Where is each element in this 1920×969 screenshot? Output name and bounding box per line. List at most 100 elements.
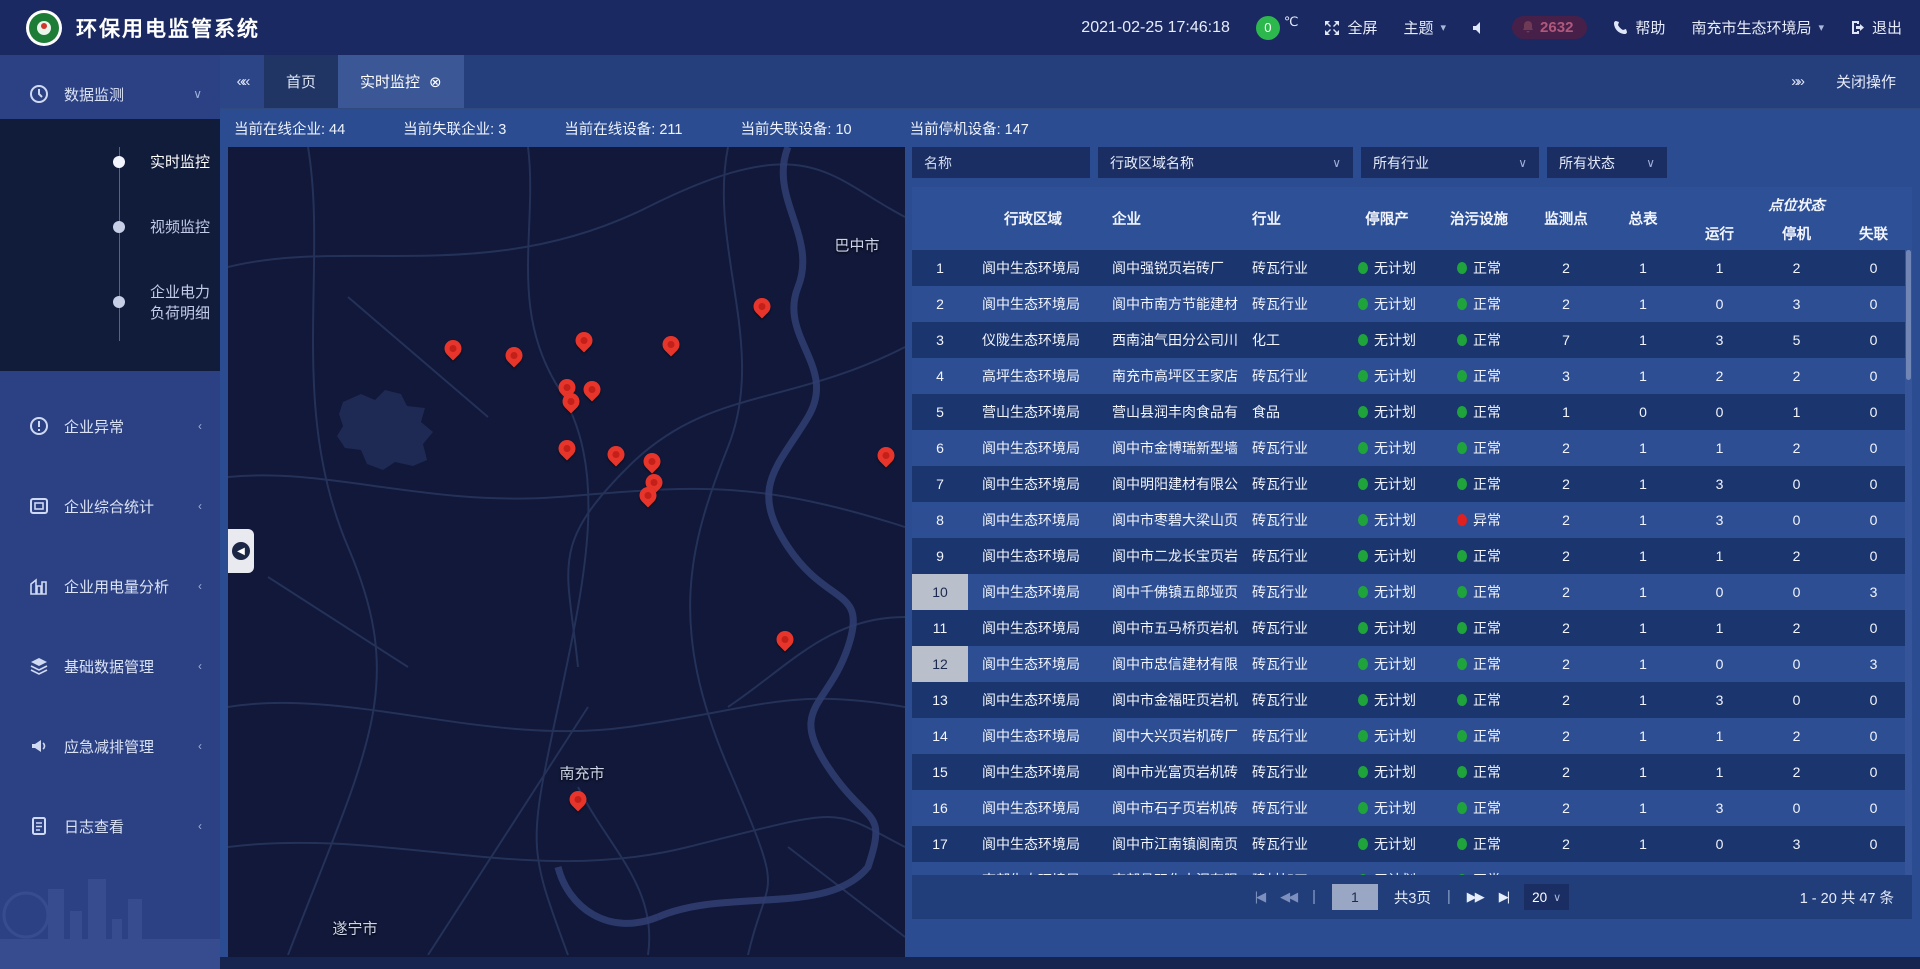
pagination-range-label: 1 - 20 共 47 条 [1800,887,1894,908]
table-row[interactable]: 7阆中生态环境局阆中明阳建材有限公司砖瓦行业无计划正常21300 [912,466,1912,502]
stop-count-cell: 3 [1758,826,1835,862]
stats-icon [28,496,50,516]
logout-button[interactable]: 退出 [1850,17,1902,38]
close-operations-button[interactable]: 关闭操作 [1836,71,1896,92]
lost-count-cell: 3 [1835,646,1912,682]
map-city-label: 巴中市 [834,235,879,256]
fullscreen-button[interactable]: 全屏 [1324,17,1377,38]
lost-count-cell: 0 [1835,538,1912,574]
sound-toggle-button[interactable] [1472,21,1486,35]
status-ok-dot-icon [1457,622,1467,634]
table-row[interactable]: 16阆中生态环境局阆中市石子页岩机砖厂砖瓦行业无计划正常21300 [912,790,1912,826]
tabs-scroll-right-button[interactable]: »» [1791,73,1802,90]
table-row[interactable]: 14阆中生态环境局阆中大兴页岩机砖厂砖瓦行业无计划正常21120 [912,718,1912,754]
page-number-input[interactable] [1332,884,1378,910]
region-filter-select[interactable]: 行政区域名称∨ [1098,147,1353,178]
table-row[interactable]: 1阆中生态环境局阆中强锐页岩砖厂砖瓦行业无计划正常21120 [912,250,1912,286]
table-row[interactable]: 15阆中生态环境局阆中市光富页岩机砖厂砖瓦行业无计划正常21120 [912,754,1912,790]
industry-cell: 砖瓦行业 [1238,574,1343,610]
next-page-button[interactable]: ▶▶ [1467,889,1483,905]
status-item-2: 当前在线设备:211 [564,118,682,139]
run-count-cell: 0 [1681,286,1758,322]
enterprise-cell: 阆中市石子页岩机砖厂 [1098,790,1238,826]
table-row[interactable]: 5营山生态环境局营山县润丰肉食品有限食品无计划正常10010 [912,394,1912,430]
sidebar-group-4[interactable]: 基础数据管理‹ [0,641,220,691]
last-page-button[interactable]: ▶| [1499,889,1508,905]
datetime-label: 2021-02-25 17:46:18 [1081,19,1230,37]
enterprise-cell: 阆中市南方节能建材有 [1098,286,1238,322]
sidebar-group-3[interactable]: 企业用电量分析‹ [0,561,220,611]
theme-dropdown[interactable]: 主题▾ [1404,17,1447,38]
first-page-button[interactable]: |◀ [1255,889,1264,905]
table-row[interactable]: 6阆中生态环境局阆中市金博瑞新型墙材砖瓦行业无计划正常21120 [912,430,1912,466]
plan-cell: 无计划 [1343,646,1431,682]
lost-count-cell: 3 [1835,574,1912,610]
meter-count-cell: 1 [1605,538,1681,574]
status-filter-select[interactable]: 所有状态∨ [1547,147,1667,178]
notification-badge[interactable]: 2632 [1512,16,1587,39]
lost-count-cell: 0 [1835,826,1912,862]
meter-count-cell: 1 [1605,682,1681,718]
sidebar-group-2[interactable]: 企业综合统计‹ [0,481,220,531]
map-panel-collapse-button[interactable]: ◀ [228,529,254,573]
region-cell: 高坪生态环境局 [968,358,1098,394]
user-dropdown[interactable]: 南充市生态环境局▾ [1691,17,1824,38]
bullet-dot-icon [113,296,125,308]
sidebar-group-1[interactable]: 企业异常‹ [0,401,220,451]
sidebar-item-0-0[interactable]: 实时监控 [0,129,220,194]
speaker-icon [1472,21,1486,35]
status-ok-dot-icon [1358,838,1368,850]
sidebar-group-5[interactable]: 应急减排管理‹ [0,721,220,771]
sidebar-group-0[interactable]: 数据监测∨ [0,69,220,119]
tab-realtime-monitor[interactable]: 实时监控 ⊗ [338,55,464,108]
enterprise-cell: 阆中市枣碧大梁山页岩 [1098,502,1238,538]
lost-count-cell: 0 [1835,610,1912,646]
table-row[interactable]: 9阆中生态环境局阆中市二龙长宝页岩砖砖瓦行业无计划正常21120 [912,538,1912,574]
lost-count-cell: 0 [1835,430,1912,466]
table-row[interactable]: 17阆中生态环境局阆中市江南镇阆南页岩砖瓦行业无计划正常21030 [912,826,1912,862]
monitor-count-cell: 2 [1527,466,1605,502]
row-number: 7 [912,466,968,502]
industry-cell: 砖瓦行业 [1238,718,1343,754]
tab-home[interactable]: 首页 [264,55,338,108]
close-tab-icon[interactable]: ⊗ [429,73,442,91]
plan-cell: 无计划 [1343,286,1431,322]
sidebar-item-0-1[interactable]: 视频监控 [0,194,220,259]
name-filter-input[interactable] [912,147,1090,178]
status-ok-dot-icon [1457,550,1467,562]
help-button[interactable]: 帮助 [1613,17,1665,38]
row-number: 12 [912,646,968,682]
total-pages-label: 共3页 [1394,887,1431,908]
chevron-left-icon: ‹ [198,579,202,593]
table-row[interactable]: 13阆中生态环境局阆中市金福旺页岩机砖砖瓦行业无计划正常21300 [912,682,1912,718]
collapse-left-icon: ◀ [232,542,250,560]
run-count-cell: 1 [1681,538,1758,574]
bottom-strip [220,957,1920,969]
table-row[interactable]: 2阆中生态环境局阆中市南方节能建材有砖瓦行业无计划正常21030 [912,286,1912,322]
page-size-select[interactable]: 20∨ [1524,884,1569,910]
table-row[interactable]: 3仪陇生态环境局西南油气田分公司川中化工无计划正常71350 [912,322,1912,358]
table-row[interactable]: 10阆中生态环境局阆中千佛镇五郎垭页岩砖瓦行业无计划正常21003 [912,574,1912,610]
map[interactable]: 巴中市南充市遂宁市 ◀ [228,147,905,957]
chevron-left-icon: ‹ [198,739,202,753]
facility-cell: 正常 [1431,538,1527,574]
layers-icon [28,656,50,676]
status-ok-dot-icon [1358,478,1368,490]
temperature-widget: 0 ℃ [1256,16,1299,40]
prev-page-button[interactable]: ◀◀ [1280,889,1296,905]
industry-filter-select[interactable]: 所有行业∨ [1361,147,1539,178]
sidebar-item-0-2[interactable]: 企业电力负荷明细 [0,259,220,345]
facility-cell: 正常 [1431,790,1527,826]
table-row[interactable]: 12阆中生态环境局阆中市忠信建材有限公砖瓦行业无计划正常21003 [912,646,1912,682]
region-cell: 阆中生态环境局 [968,466,1098,502]
table-row[interactable]: 11阆中生态环境局阆中市五马桥页岩机砖砖瓦行业无计划正常21120 [912,610,1912,646]
tabs-scroll-left-button[interactable]: «« [220,55,264,108]
monitor-count-cell: 2 [1527,430,1605,466]
table-row[interactable]: 4高坪生态环境局南充市高坪区王家店建砖瓦行业无计划正常31220 [912,358,1912,394]
map-roads [228,147,905,955]
meter-count-cell: 1 [1605,358,1681,394]
table-row[interactable]: 8阆中生态环境局阆中市枣碧大梁山页岩砖瓦行业无计划异常21300 [912,502,1912,538]
plan-cell: 无计划 [1343,718,1431,754]
plan-cell: 无计划 [1343,574,1431,610]
table-scrollbar[interactable] [1905,250,1912,875]
